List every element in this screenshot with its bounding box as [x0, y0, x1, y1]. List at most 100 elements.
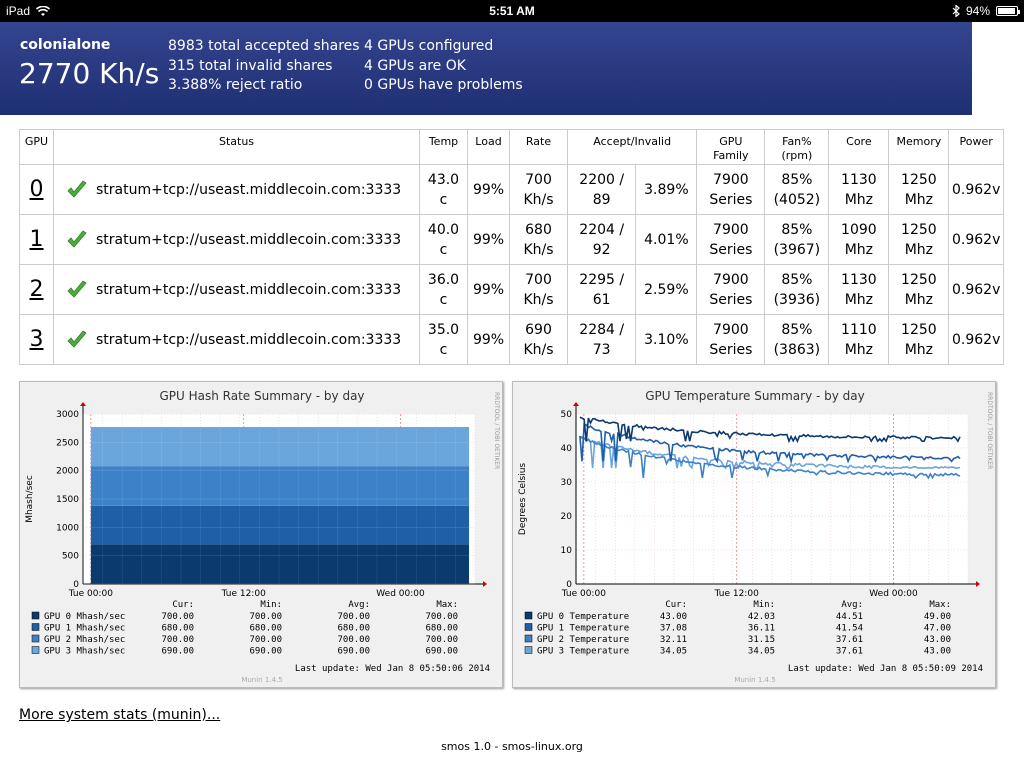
gpus-ok: 4 GPUs are OK: [364, 57, 466, 74]
legend-value: 700.00: [425, 635, 458, 645]
hashrate-graph[interactable]: GPU Hash Rate Summary - by day RRDTOOL / …: [19, 381, 503, 688]
status-cell: stratum+tcp://useast.middlecoin.com:3333: [53, 164, 420, 215]
legend-swatch: [31, 611, 40, 620]
cell-text: 43.0 c: [427, 171, 460, 208]
y-axis-label: Degrees Celsius: [518, 463, 528, 536]
legend-value: 680.00: [425, 624, 458, 634]
col-fan: Fan% (rpm): [764, 129, 830, 165]
reject-pct-cell: 3.89%: [635, 164, 698, 215]
checkmark-icon: [67, 279, 87, 298]
x-axis-arrow: [976, 581, 980, 587]
checkmark-icon: [67, 179, 87, 198]
summary-banner: colonialone 2770 Kh/s 8983 total accepte…: [0, 22, 972, 115]
legend-value: 700.00: [337, 612, 370, 622]
cell-text: 40.0 c: [427, 221, 460, 258]
y-tick-label: 30: [561, 478, 573, 488]
rate-cell: 690 Kh/s: [509, 314, 568, 365]
legend-value: 36.11: [748, 624, 775, 634]
cell-text: 700 Kh/s: [523, 271, 554, 308]
cell-text: 2200 / 89: [579, 171, 625, 208]
status-bar-right: 94%: [952, 4, 1020, 18]
legend-value: 700.00: [425, 612, 458, 622]
shares-cell: 2200 / 89: [566, 164, 637, 215]
legend-header: Avg:: [348, 600, 370, 610]
legend-value: 690.00: [337, 647, 370, 657]
legend-value: 41.54: [836, 624, 863, 634]
gpus-configured: 4 GPUs configured: [364, 38, 494, 54]
temp-cell: 36.0 c: [419, 264, 468, 315]
legend-value: 680.00: [161, 624, 194, 634]
temperature-graph[interactable]: GPU Temperature Summary - by day RRDTOOL …: [512, 381, 996, 688]
battery-fill: [998, 8, 1015, 14]
gpu-id-link[interactable]: 1: [19, 214, 54, 265]
shares-cell: 2204 / 92: [566, 214, 637, 265]
table-row: 2 stratum+tcp://useast.middlecoin.com:333…: [19, 264, 1004, 315]
y-tick-label: 10: [561, 546, 573, 556]
legend-swatch: [524, 611, 533, 620]
legend-swatch: [524, 646, 533, 654]
y-tick-label: 2000: [56, 467, 79, 477]
share-stats: 8983 total accepted shares 315 total inv…: [168, 37, 360, 96]
cell-text: 1250 Mhz: [901, 171, 937, 208]
legend-value: 690.00: [425, 647, 458, 657]
cell-text: 1090 Mhz: [841, 221, 877, 258]
page-footer: smos 1.0 - smos-linux.org: [441, 740, 583, 753]
reject-pct-cell: 3.10%: [635, 314, 698, 365]
hostname: colonialone: [20, 37, 111, 53]
legend-header: Max:: [436, 600, 458, 610]
pool-url: stratum+tcp://useast.middlecoin.com:3333: [96, 231, 402, 248]
legend-header: Avg:: [841, 600, 863, 610]
munin-version: Munin 1.4.5: [241, 676, 282, 684]
pool-url: stratum+tcp://useast.middlecoin.com:3333: [96, 331, 402, 348]
legend-value: 34.05: [660, 647, 687, 657]
col-gpu-family: GPU Family: [696, 129, 766, 165]
load-cell: 99%: [467, 214, 510, 265]
col-status: Status: [53, 129, 420, 165]
last-update: Last update: Wed Jan 8 05:50:06 2014: [295, 664, 490, 674]
legend-series-name: GPU 2 Temperature: [537, 635, 629, 645]
cell-text: 1250 Mhz: [901, 271, 937, 308]
table-header-row: GPU Status Temp Load Rate Accept/Invalid…: [19, 129, 1004, 165]
legend-series-name: GPU 3 Mhash/sec: [44, 647, 125, 657]
col-power: Power: [948, 129, 1004, 165]
legend-value: 47.00: [924, 624, 951, 634]
fan-cell: 85% (3936): [764, 264, 830, 315]
munin-version: Munin 1.4.5: [734, 676, 775, 684]
y-tick-label: 40: [561, 444, 573, 454]
rate-cell: 680 Kh/s: [509, 214, 568, 265]
col-rate: Rate: [509, 129, 568, 165]
table-row: 3 stratum+tcp://useast.middlecoin.com:333…: [19, 314, 1004, 365]
memory-cell: 1250 Mhz: [888, 264, 950, 315]
battery-icon: [996, 6, 1020, 16]
checkmark-icon: [67, 329, 87, 348]
x-tick-label: Wed 00:00: [869, 589, 918, 599]
x-tick-label: Tue 12:00: [221, 589, 266, 599]
invalid-shares: 315 total invalid shares: [168, 57, 333, 74]
legend-series-name: GPU 1 Mhash/sec: [44, 624, 125, 634]
fan-cell: 85% (3967): [764, 214, 830, 265]
core-cell: 1130 Mhz: [828, 264, 890, 315]
legend-swatch: [524, 634, 533, 643]
col-gpu-family-label: GPU Family: [713, 135, 749, 162]
rate-cell: 700 Kh/s: [509, 164, 568, 215]
battery-percent: 94%: [965, 4, 990, 18]
legend-swatch: [31, 646, 40, 654]
munin-stats-link[interactable]: More system stats (munin)...: [19, 707, 220, 723]
col-load: Load: [467, 129, 510, 165]
cell-text: 2295 / 61: [579, 271, 625, 308]
gpu-id-link[interactable]: 2: [19, 264, 54, 315]
cell-text: 7900 Series: [709, 271, 753, 308]
legend-value: 49.00: [924, 612, 951, 622]
ios-status-bar: iPad 5:51 AM 94%: [0, 0, 1024, 22]
legend-header: Max:: [929, 600, 951, 610]
gpu-id-link[interactable]: 0: [19, 164, 54, 215]
power-cell: 0.962v: [948, 264, 1004, 315]
power-cell: 0.962v: [948, 214, 1004, 265]
gpus-problems: 0 GPUs have problems: [364, 77, 523, 93]
pool-url: stratum+tcp://useast.middlecoin.com:3333: [96, 181, 402, 198]
load-cell: 99%: [467, 264, 510, 315]
y-tick-label: 3000: [56, 410, 79, 420]
gpu-id-link[interactable]: 3: [19, 314, 54, 365]
table-row: 1 stratum+tcp://useast.middlecoin.com:333…: [19, 214, 1004, 265]
legend-value: 37.61: [836, 647, 863, 657]
